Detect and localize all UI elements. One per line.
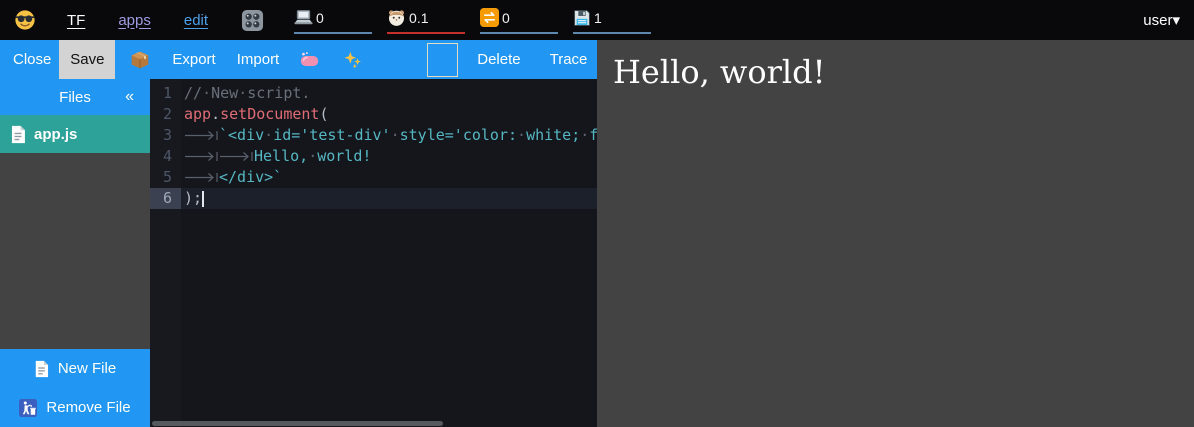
floppy-icon xyxy=(573,9,591,27)
soap-icon[interactable] xyxy=(300,51,319,68)
remove-file-label: Remove File xyxy=(46,399,130,416)
file-name: app.js xyxy=(34,126,77,143)
code-editor[interactable]: 1//·New·script.2app.setDocument(3`<div·i… xyxy=(150,79,597,427)
sparkles-icon[interactable] xyxy=(344,51,362,69)
code-text: app.setDocument( xyxy=(181,104,329,125)
preview-text: Hello, world! xyxy=(613,53,1194,91)
trace-button[interactable]: Trace xyxy=(550,51,588,68)
file-item-app.js[interactable]: app.js xyxy=(0,115,150,153)
topbar-link-edit[interactable]: edit xyxy=(184,12,208,29)
code-text: ); xyxy=(181,188,204,209)
save-button[interactable]: Save xyxy=(59,40,115,79)
code-line[interactable]: 5</div>` xyxy=(150,167,597,188)
line-number: 3 xyxy=(150,125,181,146)
stat-value: 0 xyxy=(316,10,324,26)
stat-storage[interactable]: 1 xyxy=(573,7,651,34)
editor-toolbar: Close Save Export Import Delete Trace xyxy=(0,40,597,79)
text-cursor xyxy=(202,191,204,207)
code-text: Hello,·world! xyxy=(181,146,371,167)
topbar-link-apps[interactable]: apps xyxy=(118,12,151,29)
repeat-icon xyxy=(480,8,499,27)
package-icon[interactable] xyxy=(130,50,150,70)
line-number: 2 xyxy=(150,104,181,125)
import-button[interactable]: Import xyxy=(237,51,280,68)
stat-sync[interactable]: 0 xyxy=(480,7,558,34)
code-line[interactable]: 4Hello,·world! xyxy=(150,146,597,167)
stat-value: 0 xyxy=(502,10,510,26)
export-button[interactable]: Export xyxy=(172,51,215,68)
control-knobs-icon[interactable] xyxy=(241,9,264,32)
new-file-label: New File xyxy=(58,360,116,377)
code-line[interactable]: 1//·New·script. xyxy=(150,83,597,104)
stat-cpu[interactable]: 0 xyxy=(294,7,372,34)
files-header-label: Files xyxy=(59,89,91,106)
litter-bin-icon xyxy=(19,399,37,417)
sidebar-filler xyxy=(0,153,150,349)
tab-indicator xyxy=(184,125,219,146)
line-number: 1 xyxy=(150,83,181,104)
brand-link[interactable]: TF xyxy=(67,12,85,29)
hamster-icon xyxy=(387,8,406,27)
close-button[interactable]: Close xyxy=(13,51,51,68)
file-icon xyxy=(10,125,26,144)
line-number: 4 xyxy=(150,146,181,167)
code-line[interactable]: 6); xyxy=(150,188,597,209)
code-line[interactable]: 2app.setDocument( xyxy=(150,104,597,125)
code-text: `<div·id='test-div'·style='color:·white;… xyxy=(181,125,597,146)
code-line[interactable]: 3`<div·id='test-div'·style='color:·white… xyxy=(150,125,597,146)
file-list: app.js xyxy=(0,115,150,153)
blank-button[interactable] xyxy=(427,43,458,77)
stat-memory[interactable]: 0.1 xyxy=(387,7,465,34)
files-header: Files « xyxy=(0,79,150,115)
code-text: </div>` xyxy=(181,167,282,188)
stat-value: 1 xyxy=(594,10,602,26)
collapse-sidebar-button[interactable]: « xyxy=(125,88,134,106)
remove-file-button[interactable]: Remove File xyxy=(0,388,150,427)
tab-indicator xyxy=(219,146,254,167)
horizontal-scrollbar[interactable] xyxy=(152,421,443,426)
files-sidebar: Files « app.js New File xyxy=(0,79,150,427)
preview-pane: Hello, world! xyxy=(597,40,1194,427)
cool-face-icon[interactable] xyxy=(14,9,36,31)
tab-indicator xyxy=(184,146,219,167)
delete-button[interactable]: Delete xyxy=(477,51,520,68)
code-lines: 1//·New·script.2app.setDocument(3`<div·i… xyxy=(150,79,597,209)
line-number: 5 xyxy=(150,167,181,188)
new-file-button[interactable]: New File xyxy=(0,349,150,388)
user-menu[interactable]: user▾ xyxy=(1143,11,1180,29)
new-file-icon xyxy=(34,360,49,378)
stat-value: 0.1 xyxy=(409,10,428,26)
topbar: TF apps edit 0 xyxy=(0,0,1194,40)
code-text: //·New·script. xyxy=(181,83,310,104)
tab-indicator xyxy=(184,167,219,188)
line-number: 6 xyxy=(150,188,181,209)
laptop-icon xyxy=(294,9,313,26)
